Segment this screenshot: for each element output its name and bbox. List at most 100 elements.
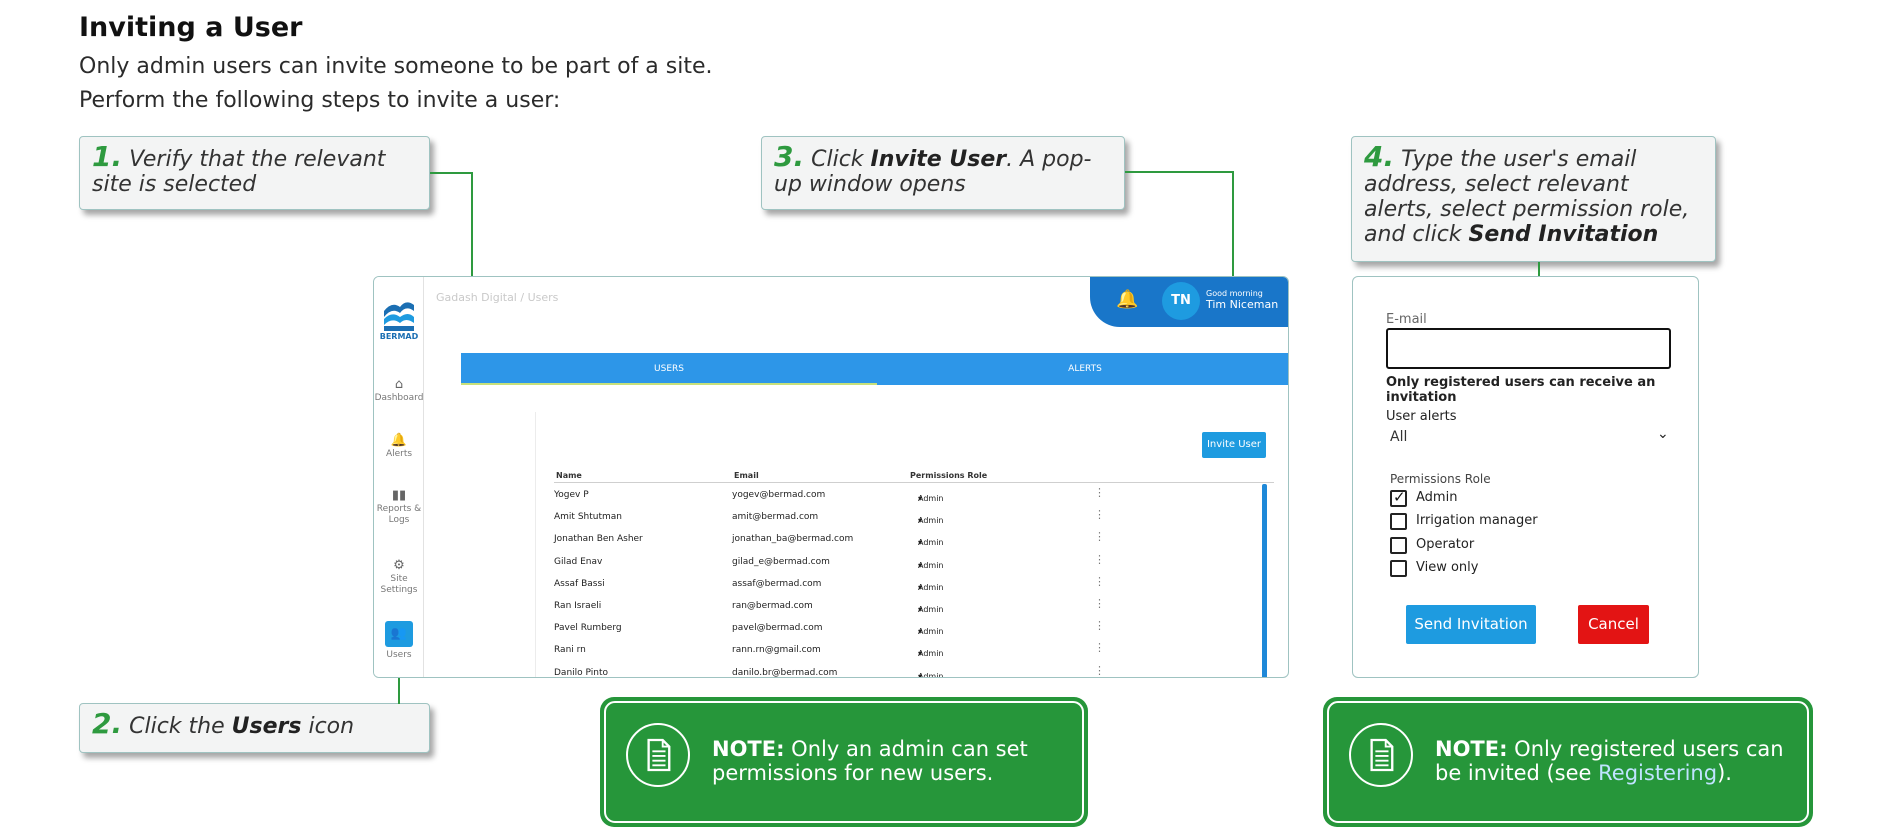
user-alerts-label: User alerts (1386, 409, 1457, 424)
connector-line (430, 172, 472, 174)
user-name-cell: Pavel Rumberg (554, 623, 622, 634)
connector-line (471, 172, 473, 288)
more-options-icon[interactable]: ⋮ (1094, 575, 1105, 588)
role-label: Irrigation manager (1416, 513, 1538, 528)
nav-alerts[interactable]: 🔔 Alerts (374, 434, 424, 460)
breadcrumb-separator: / (520, 291, 525, 304)
more-options-icon[interactable]: ⋮ (1094, 508, 1105, 521)
more-options-icon[interactable]: ⋮ (1094, 619, 1105, 632)
more-options-icon[interactable]: ⋮ (1094, 597, 1105, 610)
connector-line (1125, 171, 1233, 173)
table-row[interactable]: Rani rn rann.rn@gmail.com Admin ▾ ⋮ (554, 641, 1264, 663)
caret-down-icon: ▾ (918, 605, 923, 614)
user-name-cell: Danilo Pinto (554, 667, 608, 678)
user-email-cell: ran@bermad.com (732, 601, 813, 611)
role-label: View only (1416, 560, 1479, 575)
checkbox[interactable] (1390, 560, 1407, 577)
step-text-bold: Users (231, 714, 302, 739)
more-options-icon[interactable]: ⋮ (1094, 553, 1105, 566)
nav-dashboard[interactable]: ⌂ Dashboard (374, 378, 424, 404)
user-name-cell: Ran Israeli (554, 601, 602, 611)
column-header-role: Permissions Role (910, 471, 988, 480)
nav-label: Users (386, 650, 412, 660)
tab-bar: USERS ALERTS (461, 353, 1288, 385)
caret-down-icon: ▾ (918, 516, 923, 526)
intro-line: Only admin users can invite someone to b… (79, 54, 713, 79)
more-options-icon[interactable]: ⋮ (1094, 664, 1105, 677)
caret-down-icon: ▾ (918, 494, 923, 503)
step-number: 1. (92, 140, 123, 173)
notifications-bell-icon[interactable]: 🔔 (1116, 289, 1138, 310)
table-row[interactable]: Pavel Rumberg pavel@bermad.com Admin ▾ ⋮ (554, 619, 1264, 641)
column-header-email: Email (734, 471, 759, 480)
caret-down-icon: ▾ (918, 560, 923, 570)
user-email-cell: gilad_e@bermad.com (732, 556, 830, 567)
checkbox[interactable] (1390, 488, 1407, 507)
send-invitation-button[interactable]: Send Invitation (1406, 605, 1536, 644)
step-number: 4. (1364, 140, 1395, 173)
scrollbar[interactable] (1262, 484, 1267, 677)
avatar[interactable]: TN (1162, 282, 1200, 320)
nav-label: Alerts (385, 449, 413, 459)
step-number: 3. (774, 140, 805, 173)
breadcrumb-site[interactable]: Gadash Digital (436, 291, 517, 304)
table-row[interactable]: Gilad Enav gilad_e@bermad.com Admin ▾ ⋮ (554, 553, 1264, 575)
tab-alerts[interactable]: ALERTS (877, 353, 1288, 385)
caret-down-icon: ▾ (918, 538, 923, 548)
page-title: Inviting a User (79, 12, 303, 43)
breadcrumb: Gadash Digital / Users (436, 291, 558, 304)
greeting: Good morning Tim Niceman (1206, 288, 1278, 310)
invite-popup: E-mail Only registered users can receive… (1352, 276, 1699, 678)
table-row[interactable]: Amit Shtutman amit@bermad.com Admin ▾ ⋮ (554, 508, 1264, 530)
invite-user-button[interactable]: Invite User (1202, 432, 1266, 458)
step-text: Click (811, 147, 871, 172)
document-icon (1349, 723, 1413, 787)
note-box: NOTE: Only an admin can set permissions … (600, 697, 1088, 827)
checkbox[interactable] (1390, 513, 1407, 530)
cancel-button[interactable]: Cancel (1578, 605, 1649, 644)
breadcrumb-page: Users (527, 291, 559, 304)
nav-users[interactable]: 👥 Users (374, 621, 424, 661)
tab-users[interactable]: USERS (461, 353, 877, 385)
step-1-callout: 1. Verify that the relevant site is sele… (79, 136, 430, 210)
user-email-cell: yogev@bermad.com (732, 490, 826, 500)
bar-chart-icon: ▮▮ (391, 488, 407, 503)
more-options-icon[interactable]: ⋮ (1094, 641, 1105, 654)
user-name: Tim Niceman (1206, 298, 1279, 311)
registering-link[interactable]: Registering (1598, 761, 1717, 785)
user-alerts-select[interactable]: All (1390, 429, 1407, 445)
step-4-callout: 4. Type the user's email address, select… (1351, 136, 1716, 262)
user-header: 🔔 TN Good morning Tim Niceman (1090, 277, 1288, 327)
note-text: NOTE: Only registered users can be invit… (1435, 737, 1813, 785)
step-2-callout: 2. Click the Users icon (79, 703, 430, 753)
logo-text: BERMAD (379, 332, 419, 341)
column-header-name: Name (556, 471, 582, 480)
note-body: ). (1717, 761, 1732, 785)
role-label: Operator (1416, 537, 1475, 552)
table-row[interactable]: Ran Israeli ran@bermad.com Admin ▾ ⋮ (554, 597, 1264, 619)
table-row[interactable]: Danilo Pinto danilo.br@bermad.com Admin ▾ ⋮ (554, 664, 1264, 678)
role-label: Admin (1416, 490, 1458, 505)
caret-down-icon: ▾ (918, 627, 923, 637)
checkbox[interactable] (1390, 537, 1407, 554)
user-name-cell: Amit Shtutman (554, 512, 622, 523)
step-text: icon (301, 714, 355, 739)
nav-reports[interactable]: ▮▮ Reports & Logs (374, 488, 424, 526)
user-email-cell: danilo.br@bermad.com (732, 667, 838, 678)
app-screenshot: BERMAD ⌂ Dashboard 🔔 Alerts ▮▮ Reports &… (373, 276, 1289, 678)
more-options-icon[interactable]: ⋮ (1094, 486, 1105, 499)
table-row[interactable]: Assaf Bassi assaf@bermad.com Admin ▾ ⋮ (554, 575, 1264, 597)
caret-down-icon: ▾ (918, 649, 923, 659)
email-helper-text: Only registered users can receive an inv… (1386, 375, 1656, 405)
email-label: E-mail (1386, 312, 1427, 327)
table-row[interactable]: Jonathan Ben Asher jonathan_ba@bermad.com… (554, 530, 1264, 552)
nav-label: Site Settings (380, 574, 418, 595)
more-options-icon[interactable]: ⋮ (1094, 530, 1105, 543)
bermad-logo (384, 302, 414, 331)
nav-site-settings[interactable]: ⚙ Site Settings (374, 559, 424, 596)
step-number: 2. (92, 707, 123, 740)
email-field[interactable] (1386, 328, 1671, 369)
table-row[interactable]: Yogev Pyogev@bermad.com Admin ▾ ⋮ (554, 486, 1264, 508)
nav-label: Reports & Logs (376, 504, 422, 525)
chevron-down-icon[interactable]: ⌄ (1657, 426, 1669, 442)
